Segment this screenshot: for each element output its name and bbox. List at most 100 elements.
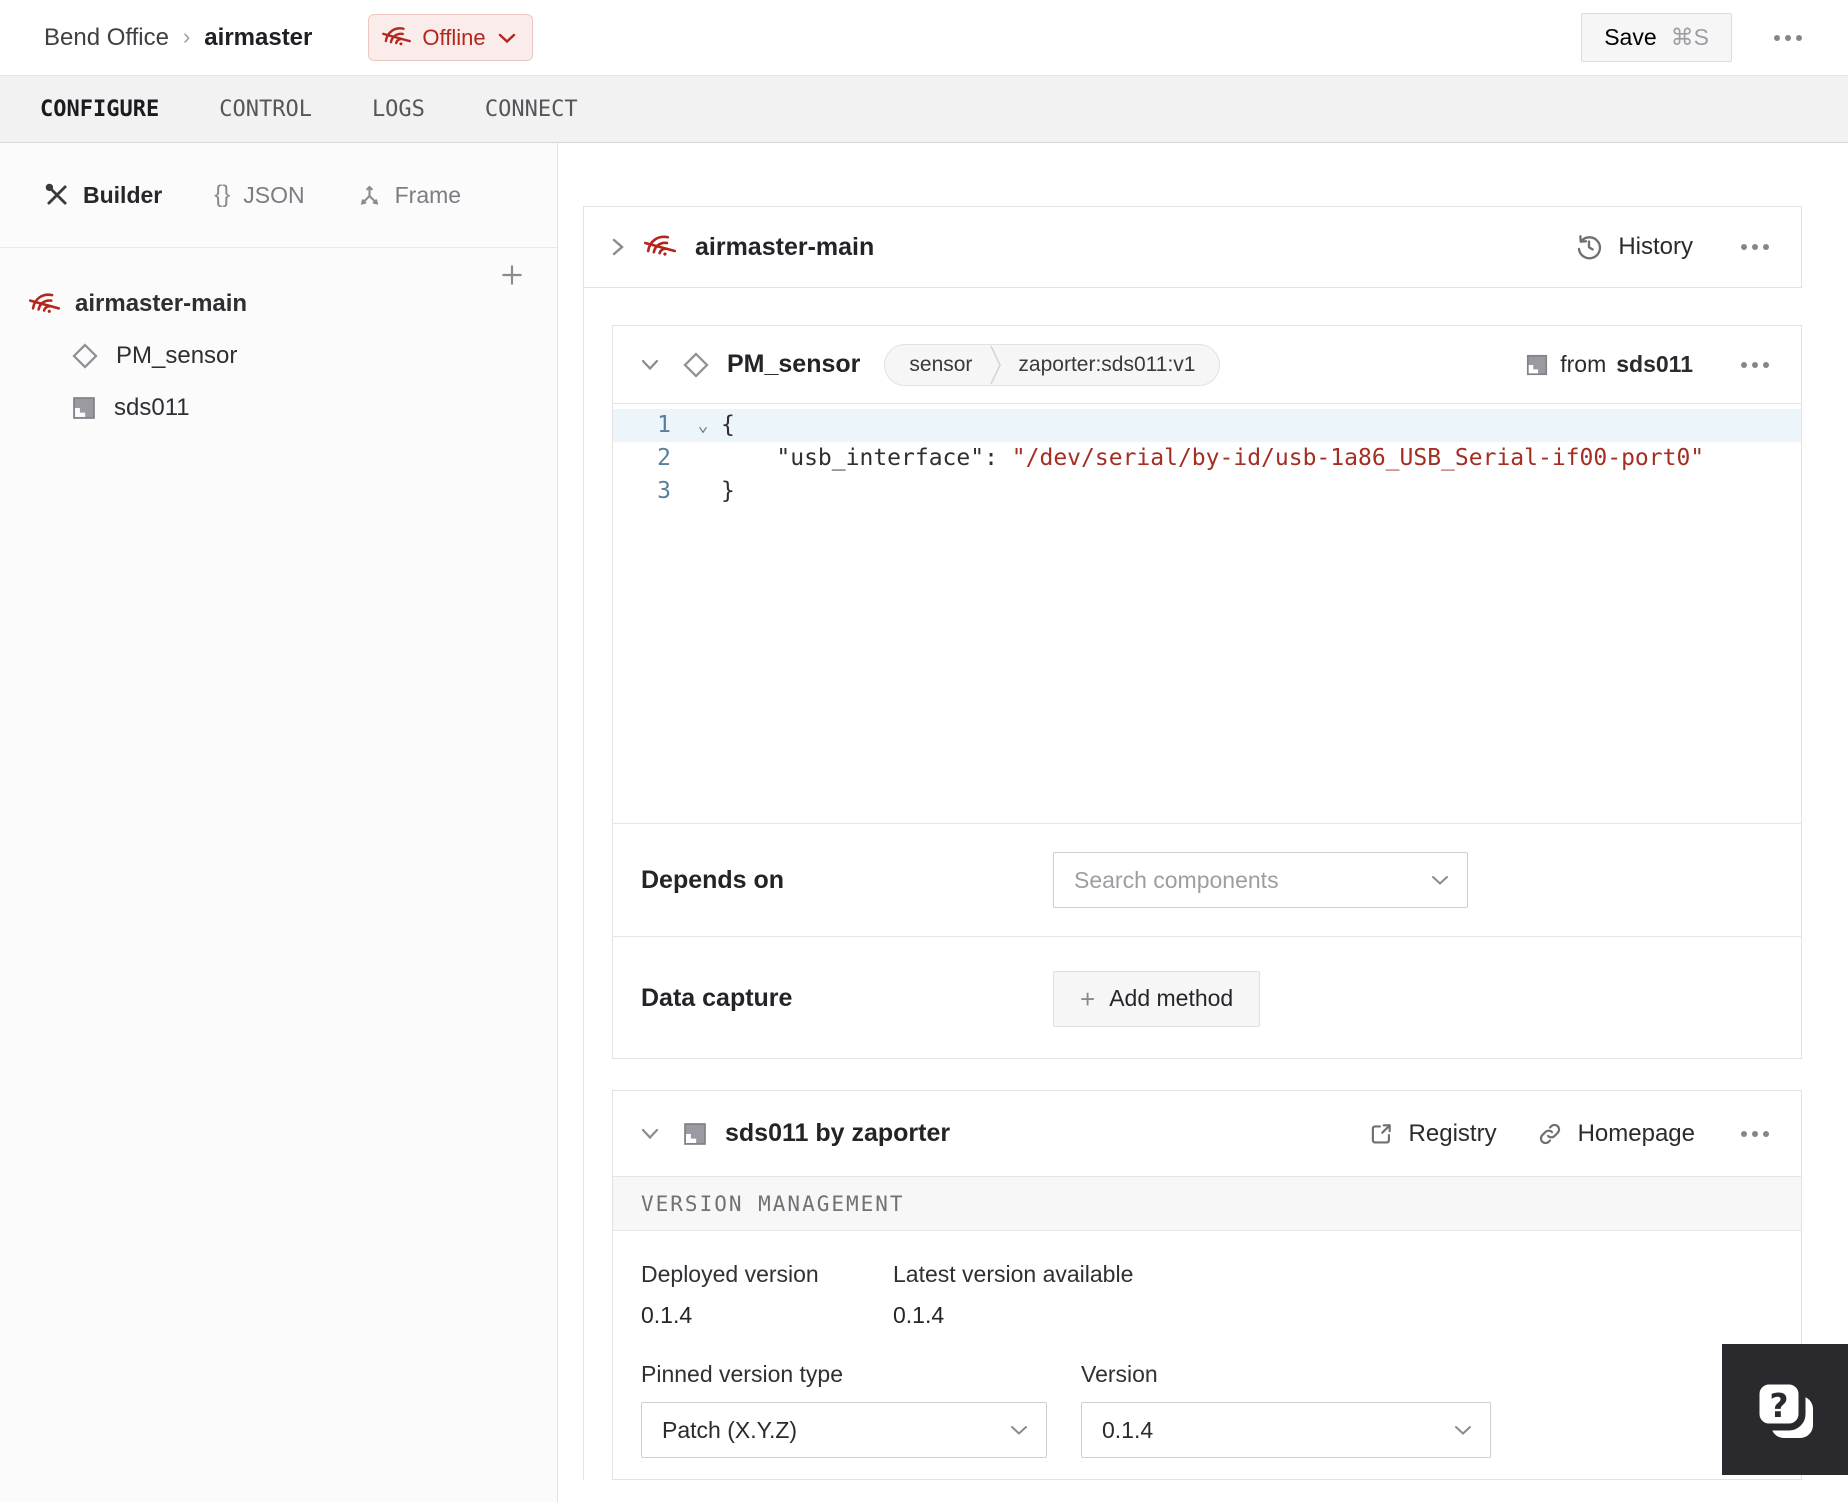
data-capture-section: Data capture + Add method: [613, 936, 1801, 1060]
top-header: Bend Office › airmaster Offline Save ⌘S: [0, 0, 1848, 75]
wifi-off-icon: [643, 232, 677, 262]
mode-json[interactable]: {} JSON: [214, 181, 304, 209]
version-management-section-header: VERSION MANAGEMENT: [613, 1177, 1801, 1231]
version-field: Version 0.1.4: [1081, 1361, 1491, 1458]
code-text: "usb_interface": "/dev/serial/by-id/usb-…: [721, 442, 1704, 475]
mode-builder[interactable]: Builder: [44, 182, 162, 209]
component-type-model-badge: sensor zaporter:sds011:v1: [884, 343, 1221, 386]
tree-item-label: sds011: [114, 394, 190, 421]
tab-connect[interactable]: CONNECT: [483, 93, 580, 126]
tab-configure[interactable]: CONFIGURE: [38, 93, 161, 126]
wifi-off-icon: [28, 290, 61, 319]
chevron-down-icon: [1011, 1426, 1027, 1435]
latest-version-label: Latest version available: [893, 1261, 1134, 1287]
registry-label: Registry: [1408, 1119, 1497, 1147]
braces-icon: {}: [214, 181, 231, 208]
version-select[interactable]: 0.1.4: [1081, 1402, 1491, 1458]
breadcrumb-machine-name: airmaster: [204, 23, 313, 51]
module-card-header: sds011 by zaporter Registry Homepage: [613, 1091, 1801, 1177]
component-diamond-icon: [70, 341, 100, 371]
code-text: }: [721, 478, 735, 504]
version-value: 0.1.4: [1102, 1416, 1154, 1443]
header-overflow-menu-button[interactable]: [1768, 29, 1808, 47]
wifi-off-icon: [382, 24, 412, 51]
mode-json-label: JSON: [243, 181, 305, 208]
add-method-button[interactable]: + Add method: [1053, 970, 1261, 1027]
latest-version-value: 0.1.4: [893, 1302, 945, 1328]
version-label: Version: [1081, 1361, 1158, 1387]
module-menu-button[interactable]: [1735, 1125, 1775, 1143]
add-component-button[interactable]: [499, 262, 525, 288]
deployed-version-field: Deployed version 0.1.4: [641, 1261, 893, 1329]
code-text: {: [721, 412, 735, 438]
save-shortcut-hint: ⌘S: [1670, 24, 1709, 50]
code-fold-chevron-icon[interactable]: ⌄: [685, 409, 721, 442]
mode-frame[interactable]: Frame: [357, 182, 461, 209]
tree-item-sds011[interactable]: sds011: [0, 382, 557, 434]
module-icon: [1524, 352, 1550, 378]
latest-version-field: Latest version available 0.1.4: [893, 1261, 1133, 1329]
link-icon: [1537, 1121, 1563, 1147]
pinned-version-type-value: Patch (X.Y.Z): [662, 1416, 798, 1443]
module-icon: [681, 1120, 709, 1148]
chevron-down-icon[interactable]: [639, 1126, 661, 1141]
attributes-json-editor[interactable]: 1 ⌄ { 2 "usb_interface": "/dev/serial/by…: [613, 404, 1801, 823]
code-line-3[interactable]: 3 }: [613, 475, 1801, 508]
pinned-version-type-select[interactable]: Patch (X.Y.Z): [641, 1402, 1047, 1458]
registry-link[interactable]: Registry: [1368, 1120, 1497, 1148]
help-button[interactable]: ?: [1722, 1344, 1848, 1475]
depends-on-select[interactable]: Search components: [1053, 852, 1468, 908]
sds011-module-card: sds011 by zaporter Registry Homepage VER…: [612, 1090, 1802, 1480]
pinned-version-type-field: Pinned version type Patch (X.Y.Z): [641, 1361, 1081, 1458]
tree-item-pm-sensor[interactable]: PM_sensor: [0, 330, 557, 382]
line-number: 3: [657, 478, 671, 504]
module-title: sds011 by zaporter: [725, 1119, 951, 1147]
question-help-icon: ?: [1747, 1372, 1823, 1448]
code-line-1[interactable]: 1 ⌄ {: [613, 409, 1801, 442]
from-prefix: from: [1560, 351, 1607, 377]
code-line-2[interactable]: 2 "usb_interface": "/dev/serial/by-id/us…: [613, 442, 1801, 475]
from-module-label: from sds011: [1524, 351, 1693, 378]
breadcrumb-separator-icon: ›: [182, 23, 191, 49]
tab-control[interactable]: CONTROL: [217, 93, 314, 126]
component-menu-button[interactable]: [1735, 356, 1775, 374]
from-module-name: sds011: [1616, 351, 1693, 377]
depends-on-section: Depends on Search components: [613, 823, 1801, 936]
part-card-title: airmaster-main: [695, 232, 875, 261]
save-button[interactable]: Save ⌘S: [1581, 13, 1732, 62]
module-icon: [70, 394, 98, 422]
component-tree: airmaster-main PM_sensor sds011: [0, 248, 557, 434]
code-string-value: "/dev/serial/by-id/usb-1a86_USB_Serial-i…: [1011, 445, 1705, 471]
tab-logs[interactable]: LOGS: [370, 93, 427, 126]
add-method-label: Add method: [1109, 985, 1234, 1011]
frame-axes-icon: [357, 183, 382, 208]
chevron-down-icon: [1455, 1426, 1471, 1435]
homepage-label: Homepage: [1577, 1119, 1695, 1147]
view-mode-toolbar: Builder {} JSON Frame: [0, 143, 557, 248]
machine-part-card: airmaster-main History: [583, 206, 1802, 288]
chevron-right-icon[interactable]: [610, 235, 625, 259]
tree-item-label: PM_sensor: [116, 342, 238, 369]
version-select-row: Pinned version type Patch (X.Y.Z) Versio…: [641, 1361, 1773, 1458]
breadcrumb: Bend Office › airmaster: [44, 24, 312, 52]
line-number: 1: [657, 412, 671, 438]
part-card-menu-button[interactable]: [1735, 238, 1775, 256]
deployed-version-value: 0.1.4: [641, 1302, 693, 1328]
tree-item-airmaster-main[interactable]: airmaster-main: [0, 278, 557, 330]
breadcrumb-org-link[interactable]: Bend Office: [44, 24, 169, 52]
machine-status-dropdown[interactable]: Offline: [368, 14, 533, 61]
version-info-row: Deployed version 0.1.4 Latest version av…: [641, 1261, 1773, 1329]
tree-item-label: airmaster-main: [75, 290, 248, 317]
history-clock-icon: [1575, 233, 1603, 261]
config-main-panel: airmaster-main History PM_sensor sensor …: [558, 143, 1848, 1502]
builder-tools-icon: [44, 182, 70, 208]
history-button[interactable]: History: [1575, 233, 1693, 261]
mode-builder-label: Builder: [83, 181, 163, 208]
chevron-down-icon[interactable]: [639, 357, 661, 372]
external-link-icon: [1368, 1121, 1394, 1147]
homepage-link[interactable]: Homepage: [1537, 1120, 1695, 1148]
pm-sensor-card-header: PM_sensor sensor zaporter:sds011:v1 from…: [613, 326, 1801, 404]
config-sidebar: Builder {} JSON Frame airmaster-main PM_…: [0, 143, 558, 1502]
part-group-spine: [583, 288, 584, 1480]
svg-text:?: ?: [1769, 1386, 1788, 1425]
